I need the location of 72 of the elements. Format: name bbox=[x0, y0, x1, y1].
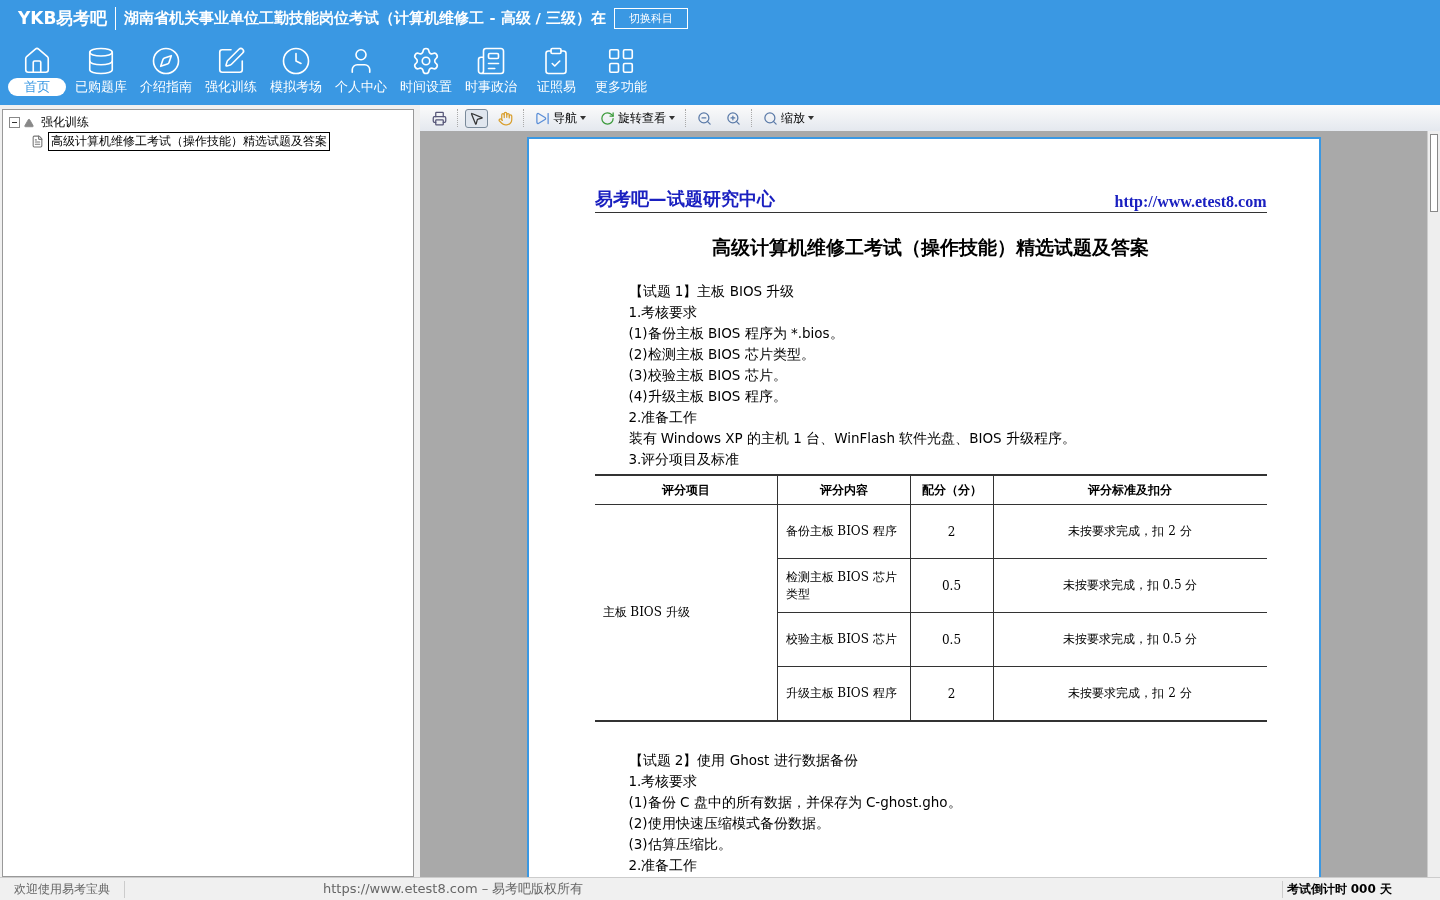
tree-item[interactable]: 强化训练 bbox=[38, 113, 92, 132]
document-line: 装有 Windows XP 的主机 1 台、WinFlash 软件光盘、BIOS 升级程序。 bbox=[627, 429, 1077, 448]
status-text: 欢迎使用易考宝典 bbox=[0, 880, 125, 898]
table-cell: 校验主板 BIOS 芯片 bbox=[777, 612, 910, 667]
table-header: 评分项目 bbox=[594, 475, 777, 505]
toolbar-menu-button[interactable]: 缩放 bbox=[759, 107, 818, 129]
database-icon bbox=[86, 46, 116, 76]
window-title: 湖南省机关事业单位工勤技能岗位考试（计算机维修工 - 高级 / 三级）在 bbox=[124, 8, 606, 28]
nav-item[interactable]: 更多功能 bbox=[591, 46, 651, 96]
nav-item[interactable]: 首页 bbox=[8, 46, 66, 96]
nav-item[interactable]: 时间设置 bbox=[396, 46, 456, 96]
table-cell: 检测主板 BIOS 芯片类型 bbox=[777, 558, 910, 613]
document-line: 【试题 1】主板 BIOS 升级 bbox=[627, 282, 796, 301]
grid-icon bbox=[606, 46, 636, 76]
edit-icon bbox=[216, 46, 246, 76]
caret-icon bbox=[808, 116, 814, 120]
document-icon bbox=[31, 135, 44, 148]
document-url: http://www.etest8.com bbox=[1114, 193, 1267, 211]
document-line: (3)估算压缩比。 bbox=[627, 835, 733, 854]
table-header: 评分标准及扣分 bbox=[993, 475, 1267, 505]
app-logo: YKB易考吧 bbox=[18, 6, 117, 30]
scrollbar-thumb[interactable] bbox=[1430, 134, 1438, 212]
table-cell: 备份主板 BIOS 程序 bbox=[777, 504, 910, 559]
table-cell: 0.5 bbox=[910, 558, 993, 613]
document-title: 高级计算机维修工考试（操作技能）精选试题及答案 bbox=[711, 235, 1150, 260]
tree-item[interactable]: 高级计算机维修工考试（操作技能）精选试题及答案 bbox=[48, 132, 330, 151]
document-line: 【试题 2】使用 Ghost 进行数据备份 bbox=[627, 751, 859, 770]
nav-item[interactable]: 证照易 bbox=[526, 46, 586, 96]
printer-icon bbox=[432, 110, 447, 126]
toolbar-menu-button[interactable]: 导航 bbox=[531, 107, 590, 129]
document-line: (1)备份主板 BIOS 程序为 *.bios。 bbox=[627, 324, 845, 343]
document-line: (2)检测主板 BIOS 芯片类型。 bbox=[627, 345, 816, 364]
nav-item[interactable]: 已购题库 bbox=[71, 46, 131, 96]
document-line: (4)升级主板 BIOS 程序。 bbox=[627, 387, 788, 406]
table-header: 评分内容 bbox=[777, 475, 910, 505]
document-line: (1)备份 C 盘中的所有数据，并保存为 C-ghost.gho。 bbox=[627, 793, 963, 812]
document-line: 2.准备工作 bbox=[627, 408, 699, 427]
nav-item[interactable]: 时事政治 bbox=[461, 46, 521, 96]
table-cell: 0.5 bbox=[910, 612, 993, 667]
rotate-icon bbox=[600, 110, 615, 126]
pointer-icon bbox=[469, 110, 484, 126]
collapse-icon[interactable] bbox=[9, 117, 20, 128]
skip-icon bbox=[535, 110, 550, 126]
nav-item[interactable]: 强化训练 bbox=[201, 46, 261, 96]
zoom-out-icon bbox=[697, 110, 712, 126]
countdown-text: 考试倒计时 000 天 bbox=[1281, 880, 1392, 898]
hand-icon bbox=[498, 110, 513, 126]
nav-item[interactable]: 介绍指南 bbox=[136, 46, 196, 96]
clock-icon bbox=[281, 46, 311, 76]
table-cell: 2 bbox=[910, 504, 993, 559]
search-icon bbox=[763, 110, 778, 126]
settings-icon bbox=[411, 46, 441, 76]
copyright-text: https://www.etest8.com – 易考吧版权所有 bbox=[323, 880, 584, 898]
document-line: (2)使用快速压缩模式备份数据。 bbox=[627, 814, 831, 833]
newspaper-icon bbox=[476, 46, 506, 76]
document-line: 1.考核要求 bbox=[627, 772, 699, 791]
document-line: 2.准备工作 bbox=[627, 856, 699, 875]
zoom-in-icon bbox=[726, 110, 741, 126]
compass-icon bbox=[151, 46, 181, 76]
switch-subject-button[interactable]: 切换科目 bbox=[613, 7, 688, 29]
home-icon bbox=[22, 46, 52, 76]
nav-item[interactable]: 个人中心 bbox=[331, 46, 391, 96]
toolbar-menu-button[interactable]: 旋转查看 bbox=[596, 107, 679, 129]
table-header: 配分（分） bbox=[910, 475, 993, 505]
toolbar-button[interactable] bbox=[465, 108, 488, 128]
document-brand: 易考吧—试题研究中心 bbox=[594, 187, 775, 211]
document-line: (3)校验主板 BIOS 芯片。 bbox=[627, 366, 788, 385]
nav-item[interactable]: 模拟考场 bbox=[266, 46, 326, 96]
caret-icon bbox=[580, 116, 586, 120]
document-line: 1.考核要求 bbox=[627, 303, 699, 322]
document-line: 3.评分项目及标准 bbox=[627, 450, 741, 469]
caret-icon bbox=[669, 116, 675, 120]
